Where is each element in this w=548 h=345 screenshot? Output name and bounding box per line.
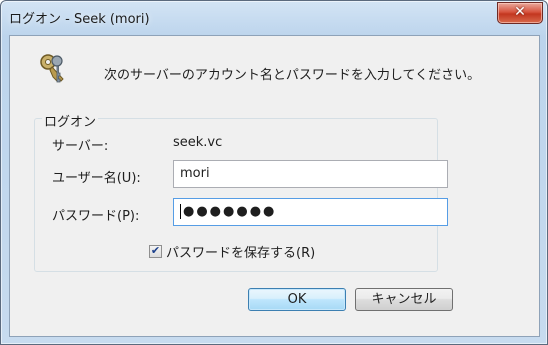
password-label: パスワード(P):: [52, 209, 140, 224]
logon-group-label: ログオン: [42, 111, 99, 130]
text-caret: [180, 204, 181, 219]
ok-button[interactable]: OK: [248, 288, 346, 311]
checkmark-icon: ✔: [150, 244, 161, 257]
cancel-button[interactable]: キャンセル: [355, 288, 453, 311]
password-field[interactable]: ●●●●●●●: [173, 198, 448, 226]
username-label: ユーザー名(U):: [52, 171, 141, 186]
keys-icon: [40, 54, 64, 83]
close-button[interactable]: ✕: [497, 2, 543, 24]
save-password-checkbox[interactable]: ✔: [149, 244, 162, 258]
server-label: サーバー:: [52, 139, 109, 154]
title-bar[interactable]: ログオン - Seek (mori) ✕: [1, 1, 547, 35]
close-icon: ✕: [514, 4, 526, 20]
password-masked-value: ●●●●●●●: [183, 204, 277, 219]
username-value: mori: [180, 166, 210, 181]
server-value: seek.vc: [173, 135, 223, 150]
username-field[interactable]: mori: [173, 160, 448, 188]
logon-dialog-window: ログオン - Seek (mori) ✕ 次のサーバーのアカウント名とパスワード…: [0, 0, 548, 345]
dialog-body: 次のサーバーのアカウント名とパスワードを入力してください。 ログオン サーバー:…: [9, 35, 540, 337]
save-password-label[interactable]: パスワードを保存する(R): [166, 242, 315, 261]
window-title: ログオン - Seek (mori): [9, 12, 150, 27]
instruction-message: 次のサーバーのアカウント名とパスワードを入力してください。: [104, 68, 481, 83]
